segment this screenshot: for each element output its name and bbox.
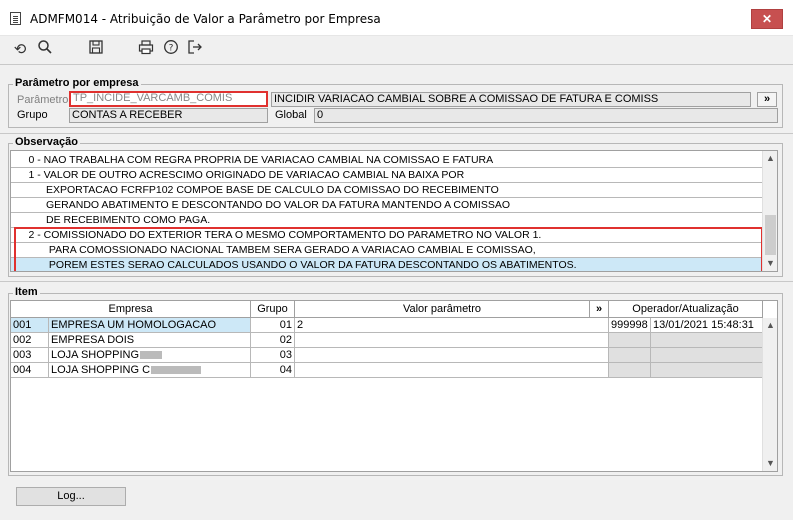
observacao-scrollbar[interactable]: ▲ ▼ (762, 151, 777, 271)
header-grupo[interactable]: Grupo (251, 301, 295, 318)
row-atualizacao (651, 363, 763, 378)
row-empresa: LOJA SHOPPING C (51, 364, 151, 376)
row-grupo[interactable]: 03 (251, 348, 295, 363)
header-operador[interactable]: Operador/Atualização (609, 301, 763, 318)
row-atualizacao: 13/01/2021 15:48:31 (651, 318, 763, 333)
observacao-textarea[interactable]: 0 - NAO TRABALHA COM REGRA PROPRIA DE VA… (10, 150, 778, 272)
global-label: Global (275, 109, 307, 121)
row-code[interactable]: 002 (11, 333, 49, 348)
section-divider (0, 281, 793, 282)
search-icon[interactable] (35, 39, 55, 59)
redacted-text (140, 351, 163, 360)
undo-icon[interactable]: ⟲ (10, 39, 30, 59)
scroll-up-icon[interactable]: ▲ (763, 151, 777, 166)
global-field: 0 (314, 108, 778, 123)
row-empresa: LOJA SHOPPING (51, 349, 140, 361)
scroll-down-icon[interactable]: ▼ (763, 256, 777, 271)
row-empresa[interactable]: EMPRESA UM HOMOLOGACAO (49, 318, 251, 333)
scroll-up-icon[interactable]: ▲ (763, 318, 777, 333)
svg-text:?: ? (169, 44, 174, 54)
row-valor[interactable] (295, 333, 609, 348)
item-grid: Empresa Grupo Valor parâmetro » Operador… (10, 300, 778, 472)
row-empresa-cell[interactable]: LOJA SHOPPING C (49, 363, 251, 378)
row-operador (609, 363, 651, 378)
help-icon[interactable]: ? (161, 39, 181, 59)
item-grid-scrollbar[interactable]: ▲ ▼ (762, 318, 777, 471)
row-grupo[interactable]: 04 (251, 363, 295, 378)
grupo-field: CONTAS A RECEBER (69, 108, 268, 123)
row-atualizacao (651, 348, 763, 363)
parametro-label: Parâmetro (17, 94, 69, 106)
close-button[interactable]: ✕ (751, 9, 783, 29)
redacted-text (151, 366, 202, 375)
scroll-down-icon[interactable]: ▼ (763, 456, 777, 471)
header-valor[interactable]: Valor parâmetro (295, 301, 590, 318)
parametro-expand-button[interactable]: » (757, 92, 777, 107)
row-code[interactable]: 003 (11, 348, 49, 363)
item-group-title: Item (13, 286, 40, 298)
toolbar: ⟲ ? (0, 36, 793, 62)
observacao-line: GERANDO ABATIMENTO E DESCONTANDO DO VALO… (11, 198, 763, 213)
toolbar-divider (0, 64, 793, 65)
log-button[interactable]: Log... (16, 487, 126, 506)
title-bar: ADMFM014 - Atribuição de Valor a Parâmet… (0, 0, 793, 36)
parametro-group-title: Parâmetro por empresa (13, 77, 141, 89)
print-icon[interactable] (136, 39, 156, 59)
row-code[interactable]: 004 (11, 363, 49, 378)
section-divider (0, 133, 793, 134)
save-icon[interactable] (86, 39, 106, 59)
observacao-line: 0 - NAO TRABALHA COM REGRA PROPRIA DE VA… (11, 153, 763, 168)
row-grupo[interactable]: 01 (251, 318, 295, 333)
exit-icon[interactable] (185, 39, 205, 59)
observacao-line: EXPORTACAO FCRFP102 COMPOE BASE DE CALCU… (11, 183, 763, 198)
header-empresa[interactable]: Empresa (11, 301, 251, 318)
row-atualizacao (651, 333, 763, 348)
row-operador (609, 348, 651, 363)
header-expand-button[interactable]: » (590, 301, 609, 318)
row-valor[interactable]: 2 (295, 318, 609, 333)
row-empresa[interactable]: EMPRESA DOIS (49, 333, 251, 348)
observacao-group-title: Observação (13, 136, 80, 148)
row-operador: 999998 (609, 318, 651, 333)
parametro-code-field[interactable]: TP_INCIDE_VARCAMB_COMIS (69, 91, 268, 107)
row-operador (609, 333, 651, 348)
row-empresa-cell[interactable]: LOJA SHOPPING (49, 348, 251, 363)
parametro-description-field: INCIDIR VARIACAO CAMBIAL SOBRE A COMISSA… (271, 92, 751, 107)
observacao-line: 1 - VALOR DE OUTRO ACRESCIMO ORIGINADO D… (11, 168, 763, 183)
scroll-thumb[interactable] (765, 215, 776, 255)
window-title: ADMFM014 - Atribuição de Valor a Parâmet… (30, 12, 381, 26)
row-grupo[interactable]: 02 (251, 333, 295, 348)
document-icon (10, 12, 21, 25)
row-valor[interactable] (295, 348, 609, 363)
row-code[interactable]: 001 (11, 318, 49, 333)
observacao-highlight-box (14, 227, 763, 271)
row-valor[interactable] (295, 363, 609, 378)
grupo-label: Grupo (17, 109, 48, 121)
observacao-line: DE RECEBIMENTO COMO PAGA. (11, 213, 763, 228)
